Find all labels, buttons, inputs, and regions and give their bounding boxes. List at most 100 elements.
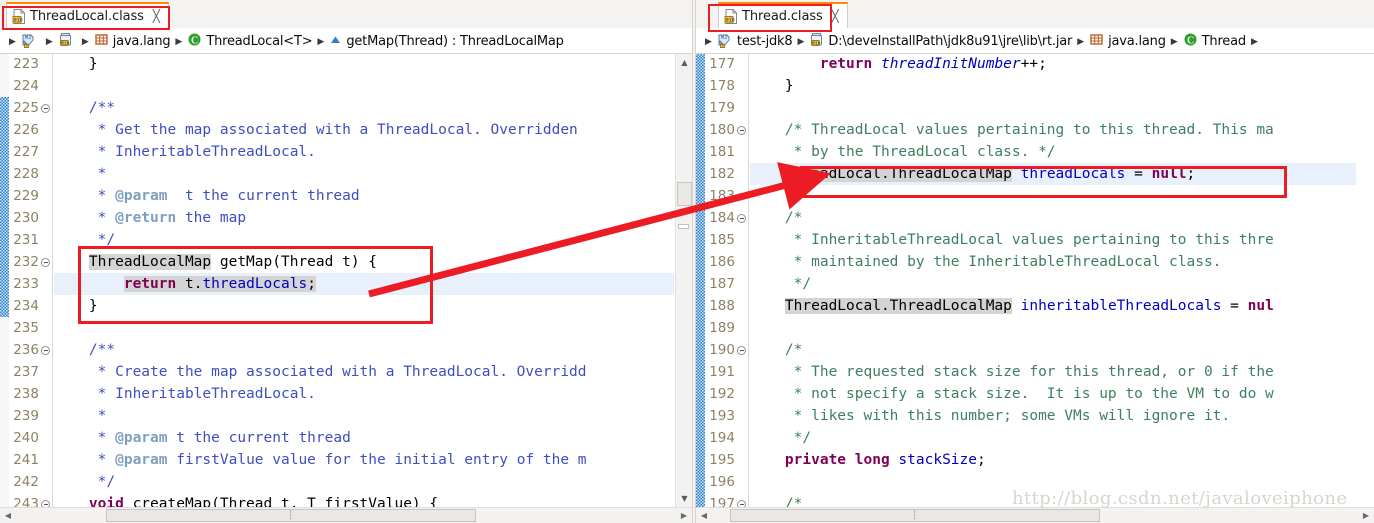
code-line[interactable]: * — [54, 163, 674, 185]
scroll-left-icon[interactable]: ◀ — [0, 508, 16, 523]
close-icon[interactable]: ╳ — [830, 10, 841, 22]
overview-ruler-mark[interactable] — [678, 224, 689, 229]
code-line[interactable]: } — [750, 75, 1356, 97]
fold-collapse-icon[interactable] — [736, 207, 747, 229]
left-horizontal-scrollbar[interactable]: ◀ ┆ ▶ — [0, 507, 692, 523]
line-number: 194 — [709, 430, 735, 446]
code-line[interactable]: * InheritableThreadLocal. — [54, 383, 674, 405]
breadcrumb-project[interactable]: MJ ! test-jdk8 — [717, 32, 793, 52]
code-line[interactable]: * InheritableThreadLocal. — [54, 141, 674, 163]
code-line[interactable]: ThreadLocal.ThreadLocalMap threadLocals … — [750, 163, 1356, 185]
code-line[interactable]: * @param firstValue value for the initia… — [54, 449, 674, 471]
code-line[interactable]: ThreadLocal.ThreadLocalMap inheritableTh… — [750, 295, 1356, 317]
code-line[interactable]: } — [54, 295, 674, 317]
code-token: * InheritableThreadLocal. — [54, 144, 316, 160]
code-line[interactable]: * Create the map associated with a Threa… — [54, 361, 674, 383]
right-editor-body[interactable]: 177 178 179 180 181 182 183 184 185 186 187 188 189 1… — [696, 54, 1374, 523]
breadcrumb-method-label: getMap(Thread) : ThreadLocalMap — [346, 34, 564, 49]
left-breadcrumb: ▶ MJ ! ▶ 010 ▶ java.lang ▶ C ThreadLocal… — [0, 30, 692, 54]
tab-thread-class[interactable]: 010 Thread.class ╳ — [718, 2, 848, 28]
breadcrumb-class[interactable]: C Thread — [1183, 32, 1246, 51]
close-icon[interactable]: ╳ — [151, 10, 162, 22]
code-token: createMap(Thread t, T firstValue) { — [123, 496, 439, 507]
code-line[interactable]: * @return the map — [54, 207, 674, 229]
line-number: 224 — [13, 78, 39, 94]
code-line[interactable]: * maintained by the InheritableThreadLoc… — [750, 251, 1356, 273]
right-horizontal-scrollbar[interactable]: ◀ ┆ ▶ — [696, 507, 1374, 523]
code-line[interactable]: /* — [750, 339, 1356, 361]
code-line[interactable]: */ — [54, 229, 674, 251]
code-token: inheritableThreadLocals — [1020, 298, 1222, 314]
breadcrumb-jar[interactable]: 010 D:\deveInstallPath\jdk8u91\jre\lib\r… — [809, 32, 1072, 51]
code-line[interactable]: return threadInitNumber++; — [750, 54, 1356, 75]
h-scroll-track[interactable]: ┆ — [16, 509, 676, 522]
breadcrumb-project[interactable]: MJ ! — [21, 32, 41, 52]
code-line[interactable]: void createMap(Thread t, T firstValue) { — [54, 493, 674, 507]
code-line[interactable] — [750, 185, 1356, 207]
code-line[interactable]: /** — [54, 97, 674, 119]
breadcrumb-class[interactable]: C ThreadLocal<T> — [187, 32, 313, 51]
horizontal-scroll-thumb[interactable]: ┆ — [730, 509, 1100, 522]
line-number: 223 — [13, 56, 39, 72]
left-code-area[interactable]: } /** * Get the map associated with a Th… — [54, 54, 674, 507]
scroll-up-icon[interactable]: ▲ — [676, 54, 693, 71]
class-icon: C — [1183, 32, 1198, 51]
breadcrumb-class-label: Thread — [1201, 34, 1246, 49]
code-line[interactable]: */ — [750, 273, 1356, 295]
scroll-left-icon[interactable]: ◀ — [696, 508, 712, 523]
code-line[interactable]: /** — [54, 339, 674, 361]
code-line[interactable]: } — [54, 54, 674, 75]
h-scroll-track[interactable]: ┆ — [712, 509, 1358, 522]
code-line[interactable]: /* — [750, 207, 1356, 229]
fold-collapse-icon[interactable] — [40, 339, 51, 361]
vertical-scroll-thumb[interactable] — [677, 182, 692, 206]
class-file-icon: 010 — [12, 7, 26, 24]
fold-collapse-icon[interactable] — [40, 251, 51, 273]
code-line[interactable]: * not specify a stack size. It is up to … — [750, 383, 1356, 405]
breadcrumb-method[interactable]: getMap(Thread) : ThreadLocalMap — [329, 33, 564, 50]
svg-text:010: 010 — [14, 17, 23, 23]
tab-threadlocal-class[interactable]: 010 ThreadLocal.class ╳ — [6, 2, 169, 28]
code-line[interactable]: * @param t the current thread — [54, 185, 674, 207]
breadcrumb-jar[interactable]: 010 — [58, 32, 77, 51]
code-token: * — [54, 452, 116, 468]
code-line[interactable]: * by the ThreadLocal class. */ — [750, 141, 1356, 163]
code-line[interactable]: * InheritableThreadLocal values pertaini… — [750, 229, 1356, 251]
breadcrumb-package[interactable]: java.lang — [1089, 32, 1166, 51]
code-line[interactable]: ThreadLocalMap getMap(Thread t) { — [54, 251, 674, 273]
chevron-right-icon: ▶ — [45, 36, 53, 47]
code-line[interactable]: * — [54, 405, 674, 427]
horizontal-scroll-thumb[interactable]: ┆ — [106, 509, 476, 522]
line-number: 241 — [13, 452, 39, 468]
code-line[interactable]: * Get the map associated with a ThreadLo… — [54, 119, 674, 141]
code-token: * by the ThreadLocal class. */ — [750, 144, 1056, 160]
code-line[interactable] — [750, 317, 1356, 339]
code-line[interactable] — [750, 97, 1356, 119]
breadcrumb-jar-label: D:\deveInstallPath\jdk8u91\jre\lib\rt.ja… — [828, 34, 1073, 49]
code-token: @param — [115, 430, 168, 446]
code-token: @return — [115, 210, 177, 226]
breadcrumb-package[interactable]: java.lang — [94, 32, 171, 51]
code-line[interactable] — [54, 317, 674, 339]
code-line[interactable]: * @param t the current thread — [54, 427, 674, 449]
line-number: 228 — [13, 166, 39, 182]
right-code-area[interactable]: return threadInitNumber++; } /* ThreadLo… — [750, 54, 1356, 507]
code-line[interactable]: return t.threadLocals; — [54, 273, 674, 295]
code-line[interactable]: private long stackSize; — [750, 449, 1356, 471]
code-token: ++; — [1020, 56, 1047, 72]
code-line[interactable]: /* ThreadLocal values pertaining to this… — [750, 119, 1356, 141]
scroll-right-icon[interactable]: ▶ — [676, 508, 692, 523]
fold-collapse-icon[interactable] — [736, 339, 747, 361]
code-line[interactable]: */ — [54, 471, 674, 493]
code-line[interactable] — [54, 75, 674, 97]
fold-collapse-icon[interactable] — [736, 119, 747, 141]
left-editor-body[interactable]: 223 224 225 226 227 228 229 230 231 232 233 234 235 2… — [0, 54, 692, 523]
code-line[interactable]: * The requested stack size for this thre… — [750, 361, 1356, 383]
fold-collapse-icon[interactable] — [40, 97, 51, 119]
left-vertical-scrollbar[interactable]: ▲ ▼ — [675, 54, 692, 507]
scroll-down-icon[interactable]: ▼ — [676, 490, 693, 507]
code-line[interactable]: */ — [750, 427, 1356, 449]
code-line[interactable]: * likes with this number; some VMs will … — [750, 405, 1356, 427]
scroll-right-icon[interactable]: ▶ — [1358, 508, 1374, 523]
